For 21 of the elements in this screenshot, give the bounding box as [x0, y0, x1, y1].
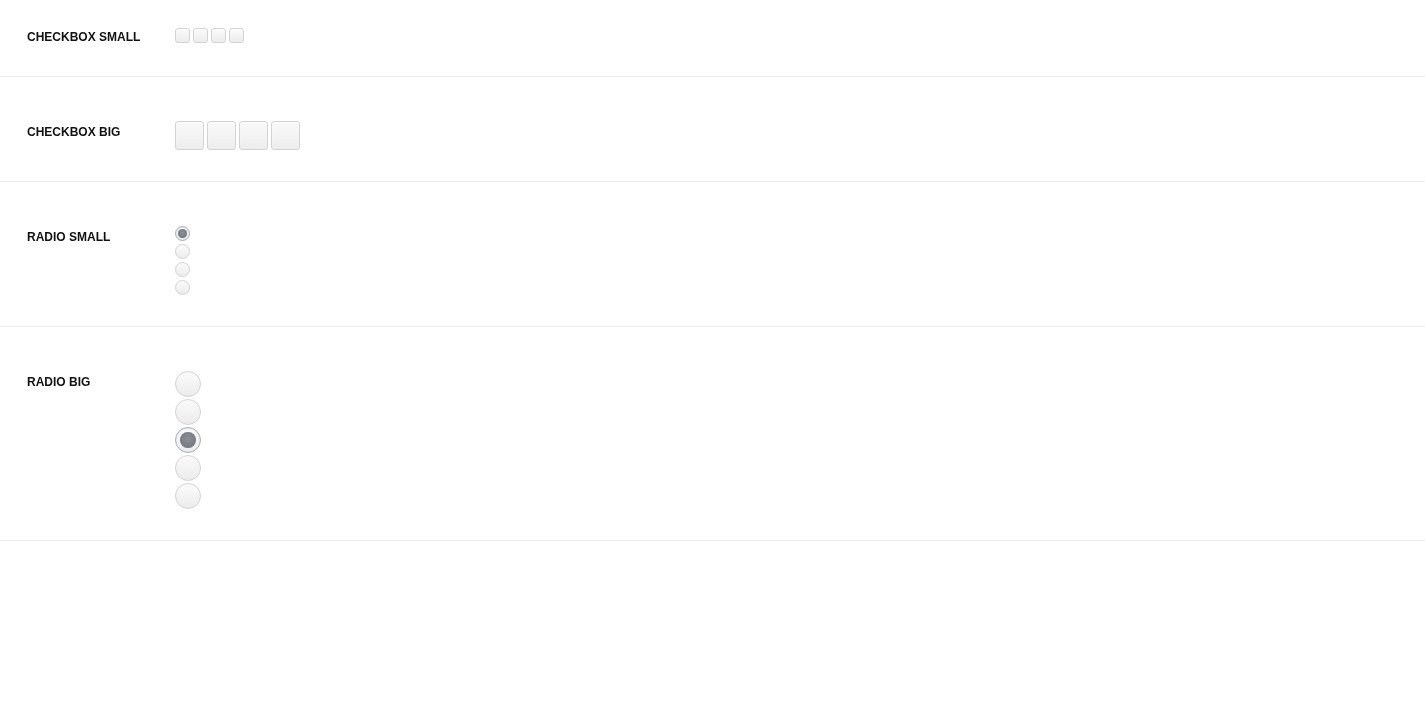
- checkbox[interactable]: [239, 121, 268, 150]
- section-label: RADIO SMALL: [27, 229, 112, 245]
- checkbox[interactable]: [175, 28, 190, 43]
- section-label: RADIO BIG: [27, 374, 92, 390]
- checkbox[interactable]: [175, 121, 204, 150]
- section-label: CHECKBOX BIG: [27, 124, 122, 140]
- checkbox[interactable]: [271, 121, 300, 150]
- section-label: CHECKBOX SMALL: [27, 29, 142, 45]
- radio-button[interactable]: [175, 226, 190, 241]
- radio-button[interactable]: [175, 262, 190, 277]
- checkbox[interactable]: [207, 121, 236, 150]
- checkbox[interactable]: [229, 28, 244, 43]
- radio-button[interactable]: [175, 483, 201, 509]
- radio-button[interactable]: [175, 244, 190, 259]
- radio-button[interactable]: [175, 427, 201, 453]
- radio-button[interactable]: [175, 455, 201, 481]
- radio-button[interactable]: [175, 371, 201, 397]
- checkbox[interactable]: [193, 28, 208, 43]
- checkbox[interactable]: [211, 28, 226, 43]
- radio-button[interactable]: [175, 280, 190, 295]
- radio-button[interactable]: [175, 399, 201, 425]
